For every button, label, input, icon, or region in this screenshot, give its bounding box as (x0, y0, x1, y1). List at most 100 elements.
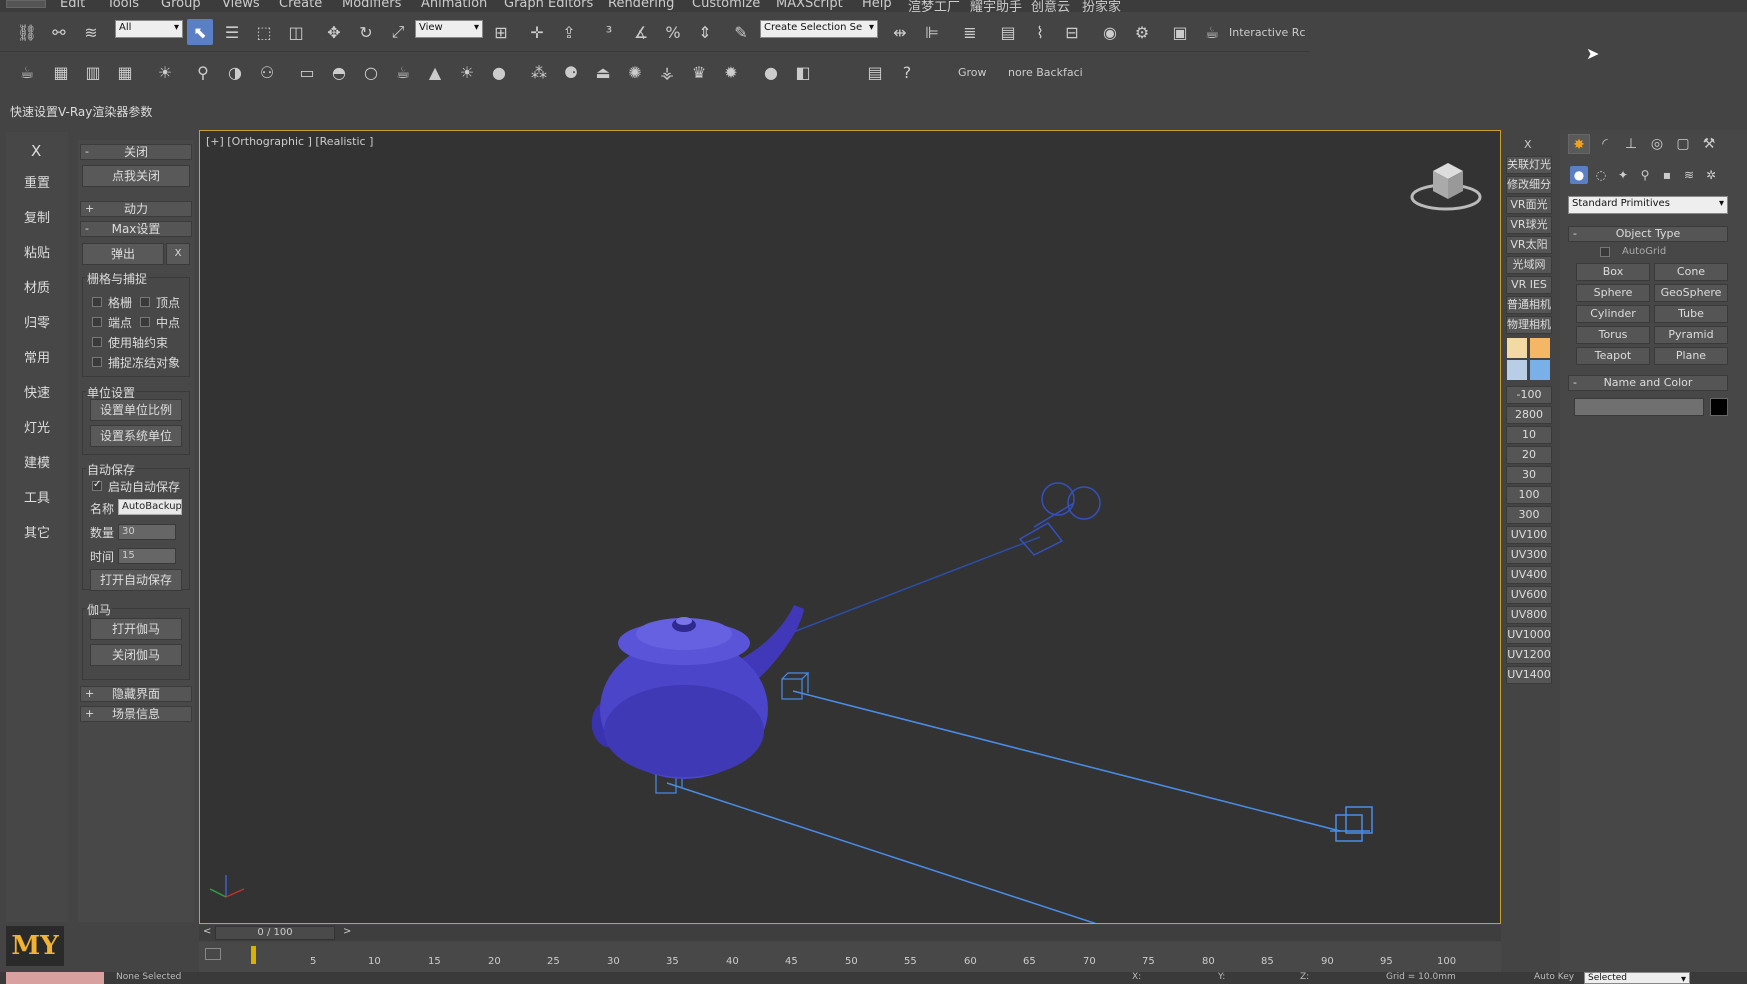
menu-edit[interactable]: Edit (60, 0, 85, 11)
keyboard-shortcut-icon[interactable]: ⇪ (556, 19, 582, 45)
ribbon-icon[interactable]: ▤ (995, 19, 1021, 45)
menu-group[interactable]: Group (161, 0, 201, 11)
rollout-object-type[interactable]: - Object Type (1568, 226, 1728, 242)
target-icon[interactable] (781, 672, 810, 700)
bind-spacewarp-icon[interactable]: ≋ (78, 19, 104, 45)
time-slider[interactable]: 0 / 100 (215, 926, 335, 940)
value-button[interactable]: UV800 (1506, 606, 1552, 624)
quick-button[interactable]: VR太阳 (1506, 236, 1552, 254)
fire-icon[interactable]: ✹ (718, 59, 744, 85)
material-convert-icon[interactable]: ◧ (790, 59, 816, 85)
menu-maxscript[interactable]: MAXScript (776, 0, 843, 11)
systems-icon[interactable]: ✲ (1702, 166, 1720, 184)
auto-key-button[interactable]: Auto Key (1534, 972, 1574, 982)
render-frame-icon[interactable]: ▣ (1167, 19, 1193, 45)
rect-selection-icon[interactable]: ⬚ (251, 19, 277, 45)
quick-button[interactable]: VR面光 (1506, 196, 1552, 214)
ambient-icon[interactable]: ● (486, 59, 512, 85)
lights-icon[interactable]: ✦ (1614, 166, 1632, 184)
proxy-icon[interactable]: ⁂ (526, 59, 552, 85)
edit-named-selection-icon[interactable]: ✎ (728, 19, 754, 45)
table-icon[interactable]: ▦ (112, 59, 138, 85)
light-lister-icon[interactable]: ☀ (152, 59, 178, 85)
spot-light-icon[interactable] (1330, 806, 1373, 842)
camera-icon[interactable]: ⚲ (190, 59, 216, 85)
tab-utilities-icon[interactable]: ⚒ (1698, 134, 1720, 154)
maxscript-listener[interactable] (6, 972, 104, 984)
leftbar-item-modeling[interactable]: 建模 (6, 452, 68, 471)
tab-display-icon[interactable]: ▢ (1672, 134, 1694, 154)
tab-motion-icon[interactable]: ◎ (1646, 134, 1668, 154)
spacewarps-icon[interactable]: ≋ (1680, 166, 1698, 184)
interactive-render-label[interactable]: Interactive Rc (1229, 26, 1305, 39)
help-icon[interactable]: ? (894, 59, 920, 85)
category-dropdown[interactable]: Standard Primitives (1568, 196, 1728, 214)
plane-icon[interactable]: ⏏ (590, 59, 616, 85)
rollout-max-settings[interactable]: - Max设置 (80, 221, 192, 237)
popout-close-button[interactable]: X (166, 243, 190, 265)
leftbar-item-copy[interactable]: 复制 (6, 207, 68, 226)
menu-plugin-1[interactable]: 渲梦工厂 (908, 0, 960, 12)
rollout-close[interactable]: - 关闭 (80, 144, 192, 160)
teapot-create-icon[interactable]: ☕ (14, 59, 40, 85)
grow-label[interactable]: Grow (958, 66, 987, 79)
value-button[interactable]: UV600 (1506, 586, 1552, 604)
geometry-icon[interactable]: ● (1570, 166, 1588, 184)
autosave-count-input[interactable]: 30 (118, 524, 176, 540)
leftbar-item-quick[interactable]: 快速 (6, 382, 68, 401)
value-button[interactable]: UV100 (1506, 526, 1552, 544)
rollout-dynamics[interactable]: + 动力 (80, 201, 192, 217)
snap-frozen-checkbox[interactable] (92, 357, 102, 367)
ies-light-icon[interactable]: ▲ (422, 59, 448, 85)
quick-button[interactable]: VR球光 (1506, 216, 1552, 234)
hdri-icon[interactable]: ♛ (686, 59, 712, 85)
plane-button[interactable]: Plane (1654, 347, 1728, 365)
object-color-swatch[interactable] (1710, 398, 1728, 416)
schematic-view-icon[interactable]: ⊟ (1059, 19, 1085, 45)
ref-coord-dropdown[interactable]: View (415, 20, 483, 38)
select-by-name-icon[interactable]: ☰ (219, 19, 245, 45)
cameras-icon[interactable]: ⚲ (1636, 166, 1654, 184)
teapot-icon[interactable]: ☕ (390, 59, 416, 85)
midpoint-checkbox[interactable] (140, 317, 150, 327)
scale-icon[interactable]: ⤢ (385, 19, 411, 45)
color-swatch-orange[interactable] (1530, 338, 1550, 358)
vertex-checkbox[interactable] (140, 297, 150, 307)
quick-button[interactable]: 普通相机 (1506, 296, 1552, 314)
value-button[interactable]: 30 (1506, 466, 1552, 484)
plane-light-icon[interactable]: ▭ (294, 59, 320, 85)
select-manipulate-icon[interactable]: ✛ (524, 19, 550, 45)
value-button[interactable]: UV300 (1506, 546, 1552, 564)
select-object-icon[interactable]: ⬉ (187, 19, 213, 45)
viewcube-icon[interactable] (1410, 163, 1482, 211)
app-logo[interactable] (6, 0, 46, 8)
key-mode-dropdown[interactable]: Selected (1584, 972, 1690, 984)
teapot-object[interactable] (591, 605, 804, 779)
spot-light-icon[interactable] (1018, 482, 1101, 556)
selection-set-dropdown[interactable]: Create Selection Se (760, 20, 878, 38)
close-icon[interactable]: X (31, 142, 41, 160)
viewport-orthographic[interactable]: [+] [Orthographic ] [Realistic ] (199, 130, 1501, 924)
value-button[interactable]: 2800 (1506, 406, 1552, 424)
ignore-backface-label[interactable]: nore Backfaci (1008, 66, 1083, 79)
pivot-center-icon[interactable]: ⊞ (488, 19, 514, 45)
enable-autosave-checkbox[interactable] (92, 479, 102, 491)
dome-light-icon[interactable]: ◓ (326, 59, 352, 85)
menu-plugin-2[interactable]: 耀宇助手 (970, 0, 1022, 12)
leftbar-item-common[interactable]: 常用 (6, 347, 68, 366)
percent-snap-icon[interactable]: % (660, 19, 686, 45)
align-icon[interactable]: ⊫ (919, 19, 945, 45)
menu-rendering[interactable]: Rendering (608, 0, 674, 11)
leftbar-item-paste[interactable]: 粘贴 (6, 242, 68, 261)
menu-plugin-3[interactable]: 创意云 (1031, 0, 1070, 12)
link-icon[interactable]: ⛓ (14, 19, 40, 45)
next-frame-button[interactable]: > (343, 926, 351, 937)
system-unit-button[interactable]: 设置系统单位 (90, 425, 182, 447)
value-button[interactable]: 100 (1506, 486, 1552, 504)
leftbar-item-lights[interactable]: 灯光 (6, 417, 68, 436)
selection-filter-dropdown[interactable]: All (115, 20, 183, 38)
shapes-icon[interactable]: ◌ (1592, 166, 1610, 184)
axis-constraint-checkbox[interactable] (92, 337, 102, 347)
mini-curve-editor-icon[interactable] (205, 948, 221, 960)
tab-modify-icon[interactable]: ◜ (1594, 134, 1616, 154)
